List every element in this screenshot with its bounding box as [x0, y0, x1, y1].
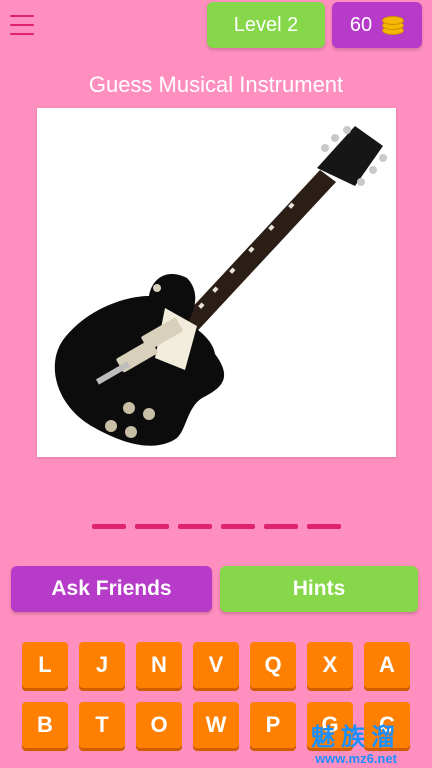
- letter-tile[interactable]: L: [22, 642, 68, 688]
- puzzle-image: [37, 108, 396, 457]
- menu-icon[interactable]: [8, 12, 36, 38]
- letter-tile[interactable]: Q: [250, 642, 296, 688]
- letter-tile[interactable]: V: [193, 642, 239, 688]
- menu-bar: [10, 33, 34, 35]
- coins-badge[interactable]: 60: [332, 2, 422, 48]
- letter-tile[interactable]: T: [79, 702, 125, 748]
- hints-button[interactable]: Hints: [220, 566, 418, 612]
- level-badge: Level 2: [207, 2, 325, 48]
- coin-stack-icon: [382, 14, 405, 36]
- letter-tile[interactable]: W: [193, 702, 239, 748]
- coins-count: 60: [349, 13, 373, 36]
- letter-tile[interactable]: O: [136, 702, 182, 748]
- electric-guitar-image: [54, 126, 387, 446]
- answer-slot[interactable]: [307, 524, 341, 529]
- menu-bar: [10, 15, 34, 17]
- watermark-text: 魅族溜: [311, 724, 401, 751]
- menu-bar: [10, 24, 34, 26]
- answer-slots: [92, 524, 341, 529]
- watermark-url: www.mz6.net: [315, 751, 397, 766]
- letter-tile[interactable]: B: [22, 702, 68, 748]
- answer-slot[interactable]: [264, 524, 298, 529]
- letter-tile[interactable]: N: [136, 642, 182, 688]
- answer-slot[interactable]: [178, 524, 212, 529]
- letter-tile[interactable]: A: [364, 642, 410, 688]
- answer-slot[interactable]: [92, 524, 126, 529]
- letter-tile[interactable]: X: [307, 642, 353, 688]
- ask-friends-button[interactable]: Ask Friends: [11, 566, 212, 612]
- watermark: 魅族溜 www.mz6.net: [286, 724, 426, 768]
- level-label: Level 2: [233, 13, 299, 36]
- answer-slot[interactable]: [135, 524, 169, 529]
- letter-tile[interactable]: J: [79, 642, 125, 688]
- answer-slot[interactable]: [221, 524, 255, 529]
- page-title: Guess Musical Instrument: [88, 72, 344, 97]
